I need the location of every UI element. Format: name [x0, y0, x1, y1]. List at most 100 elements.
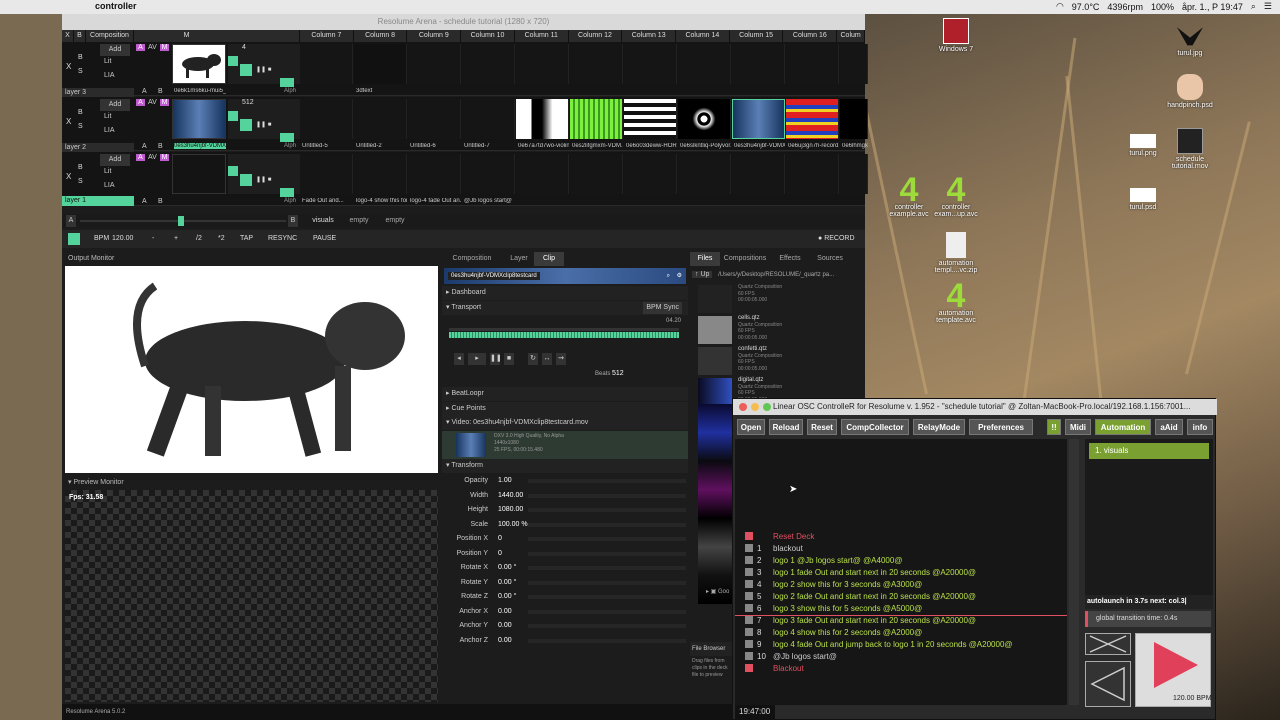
param-slider[interactable] — [528, 638, 686, 643]
layer-add-button[interactable]: Add — [100, 99, 130, 111]
clip-slot[interactable] — [354, 44, 407, 84]
minimize-window-icon[interactable] — [751, 403, 759, 411]
clip-slot[interactable] — [300, 44, 353, 84]
cue-item[interactable]: 9 logo 4 fade Out and jump back to logo 1… — [745, 639, 1013, 651]
cue-checkbox[interactable] — [745, 628, 753, 636]
clip-slot[interactable] — [840, 154, 868, 194]
param-value[interactable]: 0.00 ° — [498, 590, 516, 604]
deck-tab-visuals[interactable]: visuals — [306, 214, 340, 228]
layer-alpha-label[interactable]: Alph — [284, 143, 296, 149]
clip-slot[interactable] — [786, 154, 839, 194]
bpm-minus-button[interactable]: - — [152, 235, 154, 242]
cue-checkbox[interactable] — [745, 544, 753, 552]
layer-transition-toggle[interactable] — [280, 133, 294, 142]
desktop-icon-schedule-mov[interactable]: schedule tutorial.mov — [1160, 128, 1220, 170]
layer-solo-button[interactable]: S — [78, 123, 83, 130]
stop-cross-button[interactable] — [1085, 633, 1131, 655]
clip-slot[interactable] — [840, 44, 868, 84]
param-slider[interactable] — [528, 624, 686, 628]
clip-slot[interactable] — [462, 44, 515, 84]
layer-play-icon[interactable] — [240, 64, 252, 76]
automation-button[interactable]: Automation — [1095, 419, 1151, 435]
param-value[interactable]: 0.00 ° — [498, 576, 516, 590]
column-header[interactable]: Column 12 — [568, 30, 623, 42]
cue-item[interactable]: 2 logo 1 @Jb logos start@ @A4000@ — [745, 555, 902, 567]
lcr-title[interactable]: Linear OSC ControlleR for Resolume v. 1.… — [733, 399, 1217, 415]
desktop-icon-turul-psd[interactable]: turul.psd — [1113, 182, 1173, 211]
tab-files[interactable]: Files — [690, 252, 720, 266]
layer-pause-icon[interactable]: ❚❚ ■ — [256, 66, 271, 73]
transport-waveform[interactable] — [449, 332, 679, 338]
loop-icon[interactable]: ↻ — [528, 353, 538, 365]
deck-tab-empty-1[interactable]: empty — [342, 214, 376, 228]
clip-slot[interactable] — [408, 44, 461, 84]
layer-pause-icon[interactable]: ❚❚ ■ — [256, 176, 271, 183]
layer-a-button[interactable]: A — [136, 154, 145, 161]
layer-lit-button[interactable]: Lit — [104, 58, 111, 65]
pause-icon[interactable]: ❚❚ — [490, 353, 502, 365]
clip-slot[interactable] — [462, 99, 515, 139]
cue-checkbox[interactable] — [745, 652, 753, 660]
layer-lia-button[interactable]: LIA — [104, 127, 115, 134]
layer-clear-button[interactable]: X — [66, 62, 71, 71]
clip-slot[interactable] — [408, 99, 461, 139]
layer-m-button[interactable]: M — [160, 44, 169, 51]
cue-item[interactable]: 1 blackout — [745, 543, 803, 555]
section-cuepoints[interactable]: ▸ Cue Points — [442, 402, 688, 416]
cue-checkbox[interactable] — [745, 592, 753, 600]
layer-a-label[interactable]: A — [142, 198, 147, 205]
layer-lit-button[interactable]: Lit — [104, 168, 111, 175]
clip-slot[interactable] — [408, 154, 461, 194]
deck-item[interactable]: 1. visuals — [1089, 443, 1209, 459]
param-slider[interactable] — [528, 479, 686, 483]
cue-checkbox[interactable] — [745, 580, 753, 588]
resync-button[interactable]: RESYNC — [268, 235, 297, 242]
layer-b-label[interactable]: B — [158, 143, 163, 150]
tab-compositions[interactable]: Compositions — [720, 252, 770, 266]
previous-button[interactable] — [1085, 661, 1131, 707]
param-value[interactable]: 0.00 — [498, 634, 512, 648]
column-header[interactable]: Column 14 — [676, 30, 730, 42]
play-backward-icon[interactable]: ◂ — [454, 353, 464, 365]
clip-slot[interactable] — [300, 99, 353, 139]
clip-slot[interactable] — [462, 154, 515, 194]
cue-checkbox[interactable] — [745, 640, 753, 648]
layer-bypass-button[interactable]: B — [78, 109, 83, 116]
param-value[interactable]: 0.00 — [498, 605, 512, 619]
layer-clip-thumbnail[interactable] — [172, 154, 226, 194]
layer-clear-button[interactable]: X — [66, 117, 71, 126]
param-value[interactable]: 0.00 — [498, 619, 512, 633]
clip-slot[interactable] — [678, 99, 731, 139]
layer-av-button[interactable]: AV — [148, 99, 157, 106]
reload-button[interactable]: Reload — [769, 419, 803, 435]
layer-name[interactable]: layer 1 — [62, 196, 134, 206]
clip-slot[interactable] — [300, 154, 353, 194]
cue-item[interactable]: 7 logo 3 fade Out and start next in 20 se… — [745, 615, 976, 627]
column-header[interactable]: Column 13 — [622, 30, 677, 42]
layer-a-button[interactable]: A — [136, 44, 145, 51]
column-header[interactable]: Column 11 — [514, 30, 569, 42]
random-icon[interactable]: ⇝ — [556, 353, 566, 365]
column-header[interactable]: Column 9 — [407, 30, 462, 42]
clip-slot[interactable] — [732, 99, 785, 139]
cue-checkbox[interactable] — [745, 616, 753, 624]
layer-m-button[interactable]: M — [160, 154, 169, 161]
clip-slot[interactable] — [732, 154, 785, 194]
column-header[interactable]: Column 15 — [729, 30, 784, 42]
layer-loop-icon[interactable] — [228, 166, 238, 176]
desktop-icon-windows7[interactable]: Windows 7 — [926, 18, 986, 53]
layer-play-icon[interactable] — [240, 174, 252, 186]
tab-clip[interactable]: Clip — [534, 252, 564, 266]
up-button[interactable]: ↑ Up — [692, 271, 713, 278]
param-value[interactable]: 1440.00 — [498, 489, 523, 503]
wifi-icon[interactable]: ◠ — [1056, 1, 1064, 12]
record-button[interactable]: ● RECORD — [818, 235, 855, 242]
layer-lia-button[interactable]: LIA — [104, 72, 115, 79]
beats-value[interactable]: 512 — [612, 370, 624, 377]
clip-slot[interactable] — [516, 154, 569, 194]
layer-av-button[interactable]: AV — [148, 44, 157, 51]
cue-item[interactable]: 5 logo 2 fade Out and start next in 20 se… — [745, 591, 976, 603]
file-item[interactable]: confetti.qtz Quartz Composition 60 FPS 00:0… — [698, 346, 858, 377]
crossfader-handle[interactable] — [178, 216, 184, 226]
midi-button[interactable]: Midi — [1065, 419, 1091, 435]
